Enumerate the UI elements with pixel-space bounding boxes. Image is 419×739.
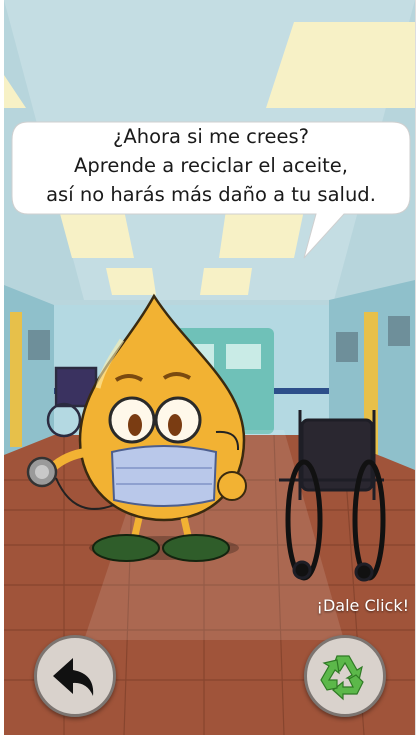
speech-line: ¿Ahora si me crees?	[113, 125, 309, 148]
recycle-icon	[320, 655, 364, 701]
game-scene: ¿Ahora si me crees? Aprende a reciclar e…	[4, 0, 416, 735]
back-arrow-icon	[53, 658, 94, 696]
back-button[interactable]	[34, 635, 116, 717]
hospital-hallway-background	[4, 0, 415, 735]
dale-click-hint: ¡Dale Click!	[316, 596, 409, 615]
speech-bubble: ¿Ahora si me crees? Aprende a reciclar e…	[24, 122, 398, 209]
speech-line: así no harás más daño a tu salud.	[46, 183, 376, 206]
recycle-button[interactable]	[304, 635, 386, 717]
speech-line: Aprende a reciclar el aceite,	[74, 154, 348, 177]
